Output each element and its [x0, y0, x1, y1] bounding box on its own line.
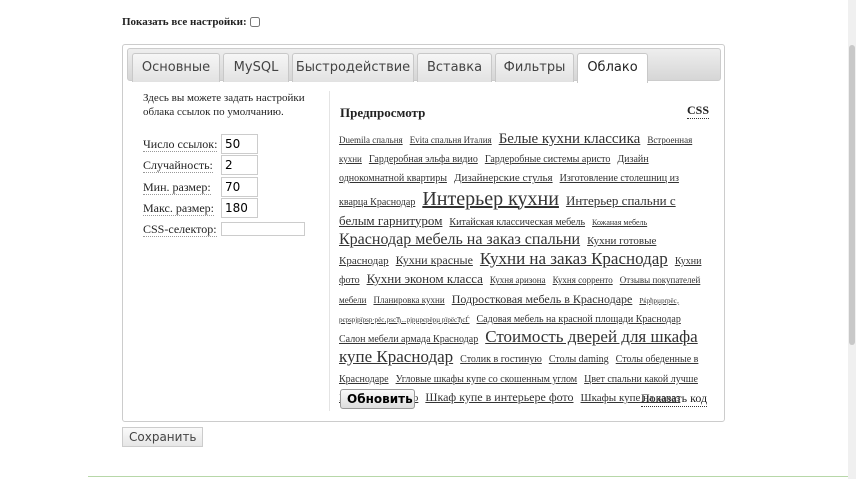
cloud-tag-link[interactable]: Подростковая мебель в Краснодаре: [452, 292, 633, 306]
tab-mysql[interactable]: MySQL: [223, 53, 289, 82]
max-size-input[interactable]: [221, 198, 258, 218]
tab-insert[interactable]: Вставка: [417, 53, 492, 82]
cloud-tag-link[interactable]: Китайская классическая мебель: [449, 217, 585, 228]
field-label: Случайность:: [143, 158, 213, 173]
cloud-defaults: Здесь вы можете задать настройки облака …: [143, 91, 333, 237]
show-code-link[interactable]: Показать код: [641, 391, 708, 407]
css-selector-input[interactable]: [221, 222, 305, 236]
save-button[interactable]: Сохранить: [122, 427, 203, 447]
description: Здесь вы можете задать настройки облака …: [143, 92, 305, 118]
show-all-label: Показать все настройки:: [122, 16, 247, 28]
cloud-tag-link[interactable]: Белые кухни классика: [499, 131, 641, 147]
cloud-tag-link[interactable]: Интерьер кухни: [422, 188, 559, 210]
field-label: Мин. размер:: [143, 180, 211, 195]
link-count-input[interactable]: [221, 134, 258, 154]
cloud-tag-link[interactable]: Гардеробная эльфа видио: [369, 154, 478, 165]
randomness-input[interactable]: [221, 155, 258, 175]
settings-panel: Основные MySQL Быстродействие Вставка Фи…: [122, 44, 725, 422]
cloud-tag-link[interactable]: Салон мебели армада Краснодар: [339, 334, 478, 345]
field-label: Макс. размер:: [143, 201, 215, 216]
cloud-tag-link[interactable]: Кожаная мебель: [592, 218, 647, 227]
min-size-input[interactable]: [221, 177, 258, 197]
cloud-tag-link[interactable]: Evita спальня Италия: [410, 135, 492, 145]
scrollbar[interactable]: [848, 0, 856, 479]
cloud-tag-link[interactable]: Садовая мебель на красной площади Красно…: [477, 314, 681, 325]
footer-divider: [88, 476, 848, 477]
tab-bar: Основные MySQL Быстродействие Вставка Фи…: [127, 48, 721, 83]
preview-title: Предпросмотр: [340, 105, 426, 120]
refresh-button[interactable]: Обновить: [340, 389, 415, 409]
css-link[interactable]: CSS: [687, 103, 710, 119]
cloud-tag-link[interactable]: Кухни эконом класса: [367, 271, 483, 286]
cloud-tag-link[interactable]: Цвет спальни какой лучше: [584, 374, 698, 385]
cloud-tag-link[interactable]: Столик в гостиную: [460, 354, 542, 365]
cloud-tag-link[interactable]: Краснодар мебель на заказ спальни: [339, 231, 580, 248]
cloud-tag-link[interactable]: Угловые шкафы купе со скошенным углом: [396, 374, 578, 385]
divider: [329, 91, 330, 411]
tab-filters[interactable]: Фильтры: [495, 53, 574, 82]
cloud-tag-link[interactable]: Планировка кухни: [373, 295, 444, 305]
cloud-tag-link[interactable]: Кухни красные: [396, 253, 473, 267]
scrollbar-thumb[interactable]: [849, 45, 855, 345]
cloud-tag-link[interactable]: Кухни на заказ Краснодар: [480, 249, 668, 268]
tab-basic[interactable]: Основные: [132, 53, 220, 82]
cloud-tag-link[interactable]: Дизайнерские стулья: [454, 172, 553, 184]
cloud-tag-link[interactable]: Кухня аризона: [490, 275, 546, 285]
cloud-tag-link[interactable]: Столы daming: [549, 354, 609, 365]
cloud-tag-link[interactable]: Шкаф купе в интерьере фото: [425, 390, 573, 404]
tab-performance[interactable]: Быстродействие: [292, 53, 414, 82]
cloud-tag-link[interactable]: Кухня сорренто: [553, 275, 613, 285]
cloud-tag-link[interactable]: Гардеробные системы аристо: [485, 154, 611, 165]
cloud-tag-link[interactable]: Duemila спальня: [339, 135, 403, 145]
field-label: Число ссылок:: [143, 137, 218, 152]
tag-cloud: Duemila спальня Evita спальня Италия Бел…: [339, 129, 709, 406]
show-all-checkbox[interactable]: [249, 17, 260, 28]
show-all-settings: Показать все настройки:: [122, 16, 260, 28]
field-label: CSS-селектор:: [143, 222, 217, 237]
tab-cloud[interactable]: Облако: [577, 53, 648, 83]
